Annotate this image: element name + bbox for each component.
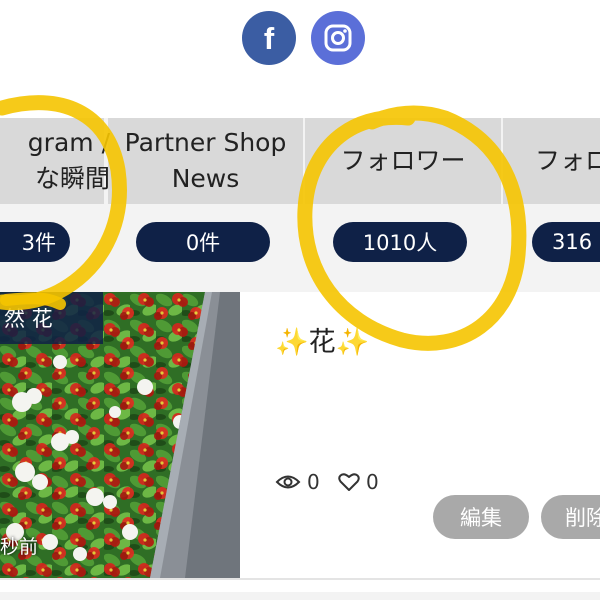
tab-label-moments: gram / な瞬間 [27, 128, 110, 193]
profile-page: f gram / な瞬間 Partner Shop News フォロワー フォロ… [0, 0, 600, 600]
post-category-label: 然 花 [0, 292, 103, 344]
count-badge-moments[interactable]: 3件 [0, 222, 70, 262]
tab-label-followers: フォロワー [340, 146, 466, 175]
eye-icon [275, 475, 301, 489]
count-badge-followers[interactable]: 1010人 [333, 222, 467, 262]
instagram-button[interactable] [311, 11, 365, 65]
instagram-icon [324, 24, 352, 52]
delete-button[interactable]: 削除 [541, 495, 600, 539]
tab-label-partner-shop-news: Partner Shop News [124, 128, 287, 193]
post-title[interactable]: ✨花✨ [275, 320, 369, 359]
count-badge-partner-shop-news[interactable]: 0件 [136, 222, 270, 262]
post-time-label: 秒前 [0, 536, 39, 558]
like-count[interactable]: 0 [338, 470, 379, 494]
view-count: 0 [275, 470, 320, 494]
like-count-value: 0 [366, 470, 379, 494]
view-count-value: 0 [307, 470, 320, 494]
tab-label-following: フォロ [535, 146, 600, 175]
next-card-edge [0, 592, 600, 600]
edit-button[interactable]: 編集 [433, 495, 529, 539]
count-badge-following[interactable]: 316 [532, 222, 600, 262]
card-divider [0, 578, 600, 580]
heart-icon[interactable] [338, 472, 360, 492]
facebook-icon: f [263, 20, 275, 56]
facebook-button[interactable]: f [242, 11, 296, 65]
